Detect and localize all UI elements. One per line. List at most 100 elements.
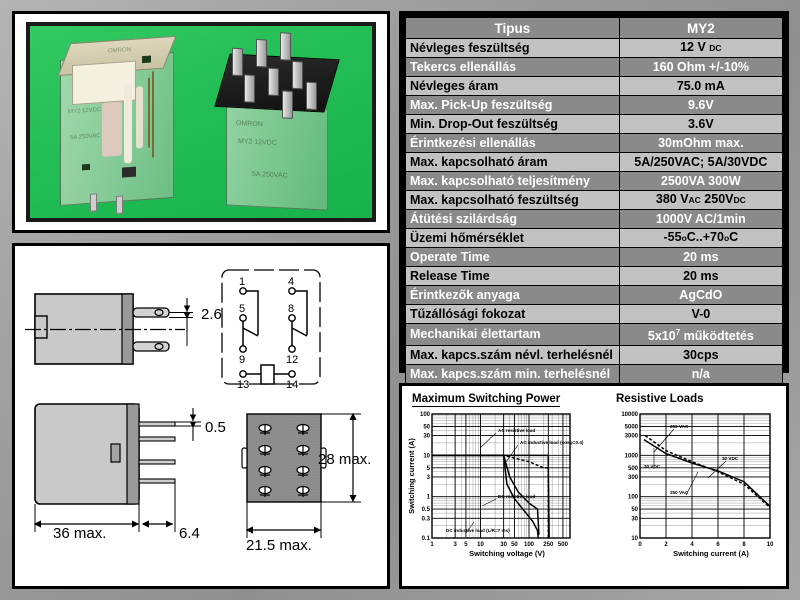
table-row: Névleges feszültség 12 V DC [405,38,784,58]
y-tick-label: 30 [631,516,638,522]
table-cell-value: AgCdO [618,285,784,305]
table-cell-key: Max. kapcsolható teljesítmény [405,171,620,191]
dimension-depth: 21.5 max. [246,537,312,554]
dimension-pin-thickness: 0.5 [205,419,226,436]
x-tick-label: 4 [690,542,694,548]
y-tick-label: 300 [628,475,639,481]
chart-annotation: AC resistive load [498,428,535,433]
schematic-pin-14: 14 [286,379,298,391]
table-cell-key: Üzemi hőmérséklet [405,228,620,248]
chart-maximum-switching-power: 1 3 5 10 30 50 100 250 5000.10.30.5135103050100S… [407,412,584,558]
schematic-pin-1: 1 [239,276,245,288]
table-row: Operate Time 20 ms [405,247,784,267]
x-tick-label: 500 [558,542,569,548]
chart-annotation: 30 VDC [722,456,739,461]
y-tick-label: 3 [427,475,431,481]
y-tick-label: 100 [628,495,639,501]
chart-resistive-loads: 0 2 4 6 8 10 10 30 50 100 300 500 1000 3000 5000 10000 S… [621,412,774,558]
table-row: Átütési szilárdság 1000V AC/1min [405,209,784,229]
table-cell-value: 380 VAC 250VDC [618,190,784,210]
table-row: Mechanikai élettartam 5x107 működtetés [405,322,784,347]
chart-annotation: AC inductive load (cosφ=0.4) [520,440,584,445]
dimension-width: 36 max. [53,525,106,542]
table-cell-value: 1000V AC/1min [618,209,784,229]
y-tick-label: 50 [423,424,430,430]
schematic-pin-12: 12 [286,354,298,366]
chart-annotation: 30 VDC [644,464,661,469]
chart-annotation: DC resistive load [498,494,535,499]
specifications-table: Tipus MY2 Névleges feszültség 12 V DC Tekerc… [405,17,784,404]
table-header-value: MY2 [618,17,784,39]
table-row: Max. kapcsolható feszültség 380 VAC 250VD… [405,190,784,210]
x-tick-label: 10 [477,542,484,548]
side-view-drawing: 2.6 [25,293,222,365]
table-cell-value: 20 ms [618,266,784,286]
dimension-pin-length: 6.4 [179,525,200,542]
dimension-height: 28 max. [318,451,371,468]
schematic-pin-8: 8 [288,303,294,315]
y-tick-label: 500 [628,466,639,472]
table-cell-key: Max. kapcsolható feszültség [405,190,620,210]
table-row: Tűzállósági fokozat V-0 [405,304,784,324]
y-tick-label: 1000 [625,453,639,459]
front-view-drawing: 0.5 36 max. 6.4 [33,403,226,542]
y-tick-label: 3000 [625,434,639,440]
table-cell-key: Max. Pick-Up feszültség [405,95,620,115]
table-cell-key: Mechanikai élettartam [405,322,620,347]
relay-photo-panel: OMRON MY2 12VDC 5A 250VAC OMRON MY2 12VD… [12,11,390,233]
dimension-drawings: 2.6 1 5 9 4 8 12 13 14 0.5 36 max. 6.4 2… [25,269,371,554]
table-row: Min. Drop-Out feszültség 3.6V [405,114,784,134]
table-row: Névleges áram 75.0 mA [405,76,784,96]
table-cell-value: 3.6V [618,114,784,134]
table-row: Release Time 20 ms [405,266,784,286]
chart-title-resistive-loads: Resistive Loads [616,393,704,405]
table-cell-value: 9.6V [618,95,784,115]
y-tick-label: 0.5 [422,507,431,513]
y-tick-label: 10000 [621,412,638,418]
table-cell-value: 30cps [618,345,784,366]
x-tick-label: 6 [716,542,720,548]
y-tick-label: 30 [423,434,430,440]
table-cell-value: V-0 [618,304,784,324]
table-cell-key: Max. kapcs.szám névl. terhelésnél [405,345,620,366]
x-tick-label: 5 [464,542,468,548]
y-tick-label: 50 [631,507,638,513]
y-tick-label: 5000 [625,424,639,430]
clear-cover-relay: OMRON MY2 12VDC 5A 250VAC [57,35,177,214]
schematic-pin-13: 13 [237,379,249,391]
table-cell-key: Min. Drop-Out feszültség [405,114,620,134]
table-cell-value: 160 Ohm +/-10% [618,57,784,77]
x-tick-label: 2 [664,542,668,548]
x-axis-label: Switching current (A) [673,549,749,558]
table-cell-key: Tűzállósági fokozat [405,304,620,324]
table-cell-key: Érintkezők anyaga [405,285,620,305]
table-cell-key: Érintkezési ellenállás [405,133,620,153]
table-cell-value: 30mOhm max. [618,133,784,153]
table-row: Max. Pick-Up feszültség 9.6V [405,95,784,115]
table-cell-key: Max. kapcsolható áram [405,152,620,172]
table-cell-key: Operate Time [405,247,620,267]
table-cell-value: 5A/250VAC; 5A/30VDC [618,152,784,172]
table-cell-value: 2500VA 300W [618,171,784,191]
black-top-relay: OMRON MY2 12VDC 5A 250VAC [214,32,340,211]
charts-svg: 1 3 5 10 30 50 100 250 5000.10.30.5135103050100S… [407,412,774,558]
table-row: Max. kapcs.szám névl. terhelésnél 30cps [405,345,784,366]
table-cell-value: n/a [618,364,784,385]
table-header-key: Tipus [405,17,620,39]
contact-schematic: 1 5 9 4 8 12 13 14 [221,269,321,391]
x-axis-label: Switching voltage (V) [469,549,545,558]
chart-annotation: DC inductive load (L/R=7 ms) [446,528,510,533]
table-cell-key: Release Time [405,266,620,286]
x-tick-label: 30 [500,542,507,548]
y-tick-label: 10 [631,536,638,542]
x-tick-label: 1 [430,542,434,548]
dimension-pin-gap: 2.6 [201,306,222,323]
table-row: Érintkezési ellenállás 30mOhm max. [405,133,784,153]
table-cell-key: Névleges feszültség [405,38,620,58]
photo-background: OMRON MY2 12VDC 5A 250VAC OMRON MY2 12VD… [30,26,372,218]
table-row: Max. kapcs.szám min. terhelésnél n/a [405,364,784,385]
x-tick-label: 8 [742,542,746,548]
table-cell-key: Max. kapcs.szám min. terhelésnél [405,364,620,385]
table-header-row: Tipus MY2 [405,17,784,39]
y-tick-label: 5 [427,466,431,472]
